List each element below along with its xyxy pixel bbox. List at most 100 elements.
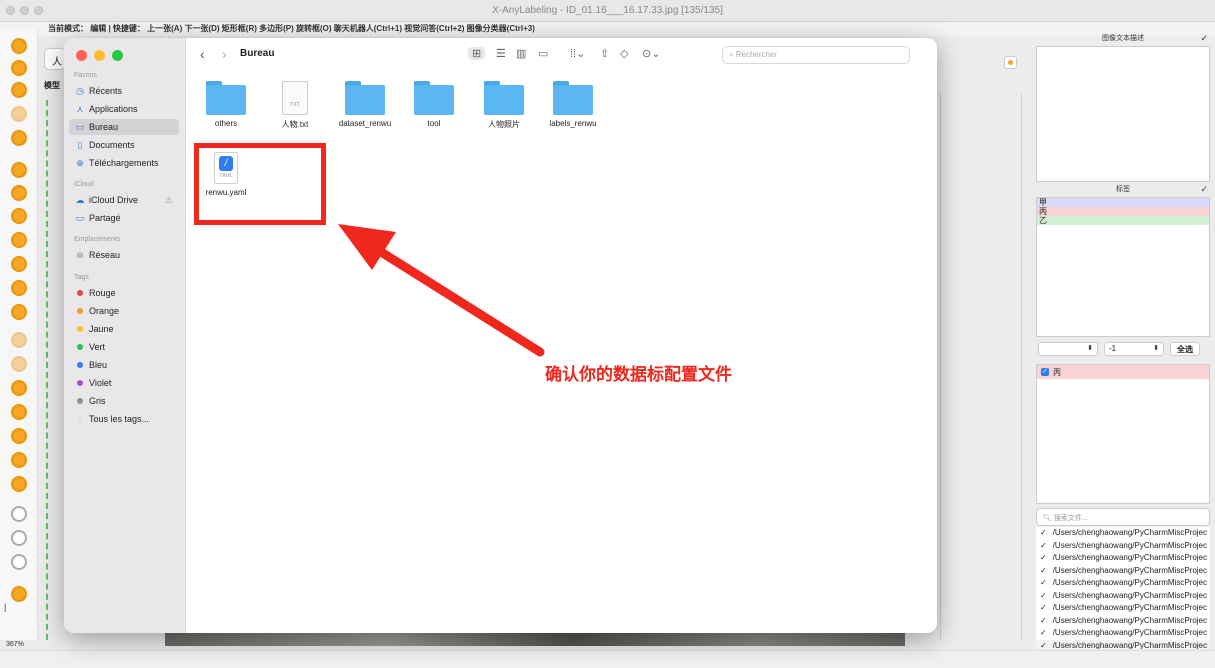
select-all-button[interactable]: 全选 xyxy=(1170,342,1200,356)
brightness-icon[interactable] xyxy=(11,404,27,420)
difficult-spinbox[interactable]: -1 ⬍ xyxy=(1104,342,1164,356)
file-search-input[interactable]: 🔍︎ 搜索文件... xyxy=(1036,508,1210,526)
sidebar-item-telechargements[interactable]: ⊕ Téléchargements xyxy=(69,155,179,171)
sidebar-tag-vert[interactable]: Vert xyxy=(69,339,179,355)
open-file-icon[interactable] xyxy=(11,38,27,54)
check-icon[interactable]: ✓ xyxy=(1040,552,1047,565)
file-name: 人物.txt xyxy=(281,120,309,129)
sidebar-item-reseau[interactable]: ⊛ Réseau xyxy=(69,247,179,263)
finder-close-button[interactable] xyxy=(76,50,87,61)
file-item-folder[interactable]: dataset_renwu xyxy=(330,81,400,128)
group-menu-icon[interactable]: ⁞⁞⌄ xyxy=(570,47,585,60)
hide-shapes-icon[interactable] xyxy=(11,428,27,444)
folder-icon xyxy=(206,81,246,115)
undo-icon[interactable] xyxy=(11,380,27,396)
sidebar-tag-jaune[interactable]: Jaune xyxy=(69,321,179,337)
sidebar-tag-violet[interactable]: Violet xyxy=(69,375,179,391)
finder-zoom-button[interactable] xyxy=(112,50,123,61)
prev-image-icon[interactable] xyxy=(11,82,27,98)
line-tool-icon[interactable] xyxy=(11,256,27,272)
sidebar-item-recents[interactable]: ◷ Récents xyxy=(69,83,179,99)
point-tool-icon[interactable] xyxy=(11,280,27,296)
file-row[interactable]: ✓ /Users/chenghaowang/PyCharmMiscProjec xyxy=(1036,627,1210,640)
check-icon[interactable]: ✓ xyxy=(1040,565,1047,578)
label-item[interactable]: 丙 xyxy=(1037,207,1209,216)
check-icon[interactable]: ✓ xyxy=(1200,184,1208,195)
sidebar-tag-gris[interactable]: Gris xyxy=(69,393,179,409)
share-icon[interactable]: ⇧ xyxy=(600,47,609,60)
check-icon[interactable]: ✓ xyxy=(1040,590,1047,603)
file-row[interactable]: ✓ /Users/chenghaowang/PyCharmMiscProjec xyxy=(1036,577,1210,590)
stepper-icon[interactable]: ⬍ xyxy=(1153,344,1159,352)
tag-icon[interactable]: ◇ xyxy=(620,47,628,60)
file-item-folder[interactable]: others xyxy=(191,81,261,128)
finder-window-controls[interactable] xyxy=(76,50,123,61)
file-row[interactable]: ✓ /Users/chenghaowang/PyCharmMiscProjec xyxy=(1036,552,1210,565)
classifier-icon[interactable] xyxy=(11,554,27,570)
vqa-icon[interactable] xyxy=(11,530,27,546)
chatbot-icon[interactable] xyxy=(11,506,27,522)
sidebar-item-icloud-drive[interactable]: ☁ iCloud Drive ⚠ xyxy=(69,192,179,208)
finder-minimize-button[interactable] xyxy=(94,50,105,61)
group-icon[interactable] xyxy=(11,476,27,492)
file-row[interactable]: ✓ /Users/chenghaowang/PyCharmMiscProjec xyxy=(1036,565,1210,578)
rotation-tool-icon[interactable] xyxy=(11,208,27,224)
label-item[interactable]: 乙 xyxy=(1037,216,1209,225)
next-image-icon[interactable] xyxy=(11,60,27,76)
left-partial-button[interactable]: 人 xyxy=(44,48,66,70)
check-icon[interactable]: ✓ xyxy=(1040,602,1047,615)
sidebar-tag-orange[interactable]: Orange xyxy=(69,303,179,319)
check-icon[interactable]: ✓ xyxy=(1040,640,1047,650)
folder-icon xyxy=(484,81,524,115)
sidebar-tag-bleu[interactable]: Bleu xyxy=(69,357,179,373)
sidebar-item-partage[interactable]: ▭ Partagé xyxy=(69,210,179,226)
check-icon[interactable]: ✓ xyxy=(1040,540,1047,553)
file-path: /Users/chenghaowang/PyCharmMiscProjec xyxy=(1052,578,1207,587)
checkbox-checked-icon[interactable]: ✓ xyxy=(1041,368,1049,376)
edit-tool-icon[interactable] xyxy=(11,332,27,348)
sidebar-tag-rouge[interactable]: Rouge xyxy=(69,285,179,301)
file-row[interactable]: ✓ /Users/chenghaowang/PyCharmMiscProjec xyxy=(1036,602,1210,615)
list-view-icon[interactable]: ☰ xyxy=(496,47,506,60)
finder-search-input[interactable]: ⌕ Rechercher xyxy=(722,46,910,64)
stepper-icon[interactable]: ⬍ xyxy=(1087,344,1093,352)
file-row[interactable]: ✓ /Users/chenghaowang/PyCharmMiscProjec xyxy=(1036,527,1210,540)
file-row[interactable]: ✓ /Users/chenghaowang/PyCharmMiscProjec xyxy=(1036,615,1210,628)
linestrip-tool-icon[interactable] xyxy=(11,304,27,320)
sidebar-item-documents[interactable]: ▯ Documents xyxy=(69,137,179,153)
circle-tool-icon[interactable] xyxy=(11,232,27,248)
sidebar-item-applications[interactable]: ⋏ Applications xyxy=(69,101,179,117)
status-dot-icon[interactable] xyxy=(1004,56,1017,69)
file-item-txt[interactable]: TXT 人物.txt xyxy=(260,81,330,130)
column-view-icon[interactable]: ▥ xyxy=(516,47,526,60)
file-item-folder[interactable]: tool xyxy=(399,81,469,128)
sidebar-item-bureau[interactable]: ▭ Bureau xyxy=(69,119,179,135)
label-item[interactable]: 甲 xyxy=(1037,198,1209,207)
forward-icon[interactable]: › xyxy=(222,46,227,62)
check-icon[interactable]: ✓ xyxy=(1040,615,1047,628)
rectangle-tool-icon[interactable] xyxy=(11,185,27,201)
check-icon[interactable]: ✓ xyxy=(1040,577,1047,590)
show-shapes-icon[interactable] xyxy=(11,452,27,468)
file-item-folder[interactable]: labels_renwu xyxy=(538,81,608,128)
polygon-tool-icon[interactable] xyxy=(11,162,27,178)
save-icon[interactable] xyxy=(11,106,27,122)
check-icon[interactable]: ✓ xyxy=(1040,527,1047,540)
fit-width-icon[interactable] xyxy=(11,586,27,602)
back-icon[interactable]: ‹ xyxy=(200,46,205,62)
group-id-spinbox[interactable]: ⬍ xyxy=(1038,342,1098,356)
check-icon[interactable]: ✓ xyxy=(1040,627,1047,640)
cancel-tool-icon[interactable] xyxy=(11,356,27,372)
check-icon[interactable]: ✓ xyxy=(1200,33,1208,44)
delete-file-icon[interactable] xyxy=(11,130,27,146)
icon-view-icon[interactable]: ⊞ xyxy=(468,47,486,60)
file-item-folder[interactable]: 人物照片 xyxy=(469,81,539,130)
description-textbox[interactable] xyxy=(1036,46,1210,182)
more-actions-icon[interactable]: ⊙⌄ xyxy=(642,47,660,60)
gallery-view-icon[interactable]: ▭ xyxy=(538,47,548,60)
file-row[interactable]: ✓ /Users/chenghaowang/PyCharmMiscProjec xyxy=(1036,590,1210,603)
shape-item[interactable]: ✓ 丙 xyxy=(1037,365,1209,379)
file-row[interactable]: ✓ /Users/chenghaowang/PyCharmMiscProjec xyxy=(1036,540,1210,553)
file-row[interactable]: ✓ /Users/chenghaowang/PyCharmMiscProjec xyxy=(1036,639,1210,650)
sidebar-tag-all[interactable]: ◌ Tous les tags... xyxy=(69,411,179,427)
